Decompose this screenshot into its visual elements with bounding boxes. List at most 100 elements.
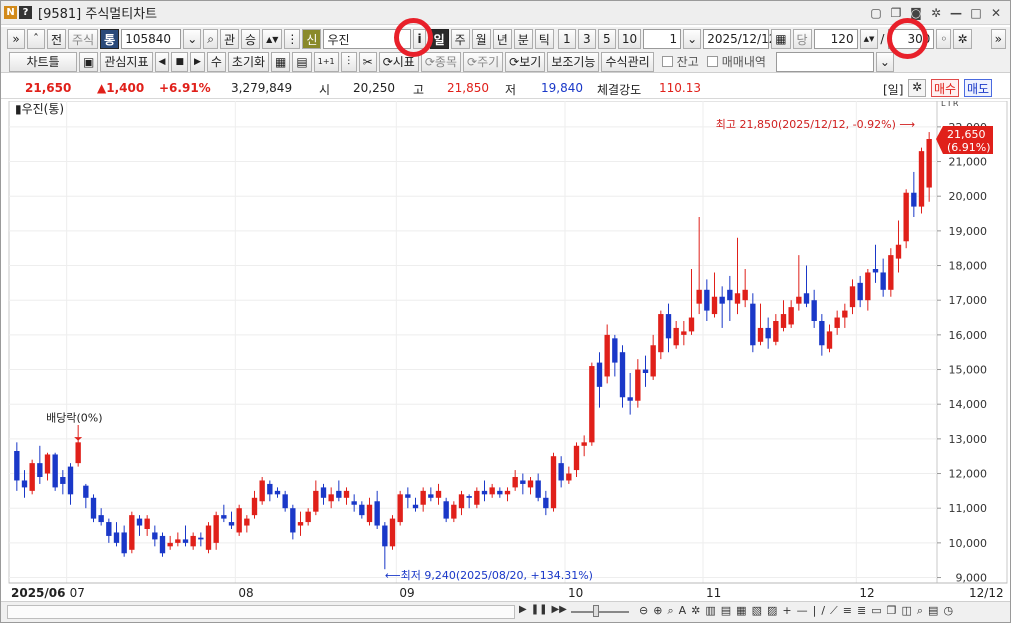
copy-tool-icon[interactable]: ❐ [887,604,897,618]
info-icon[interactable]: i [413,29,426,49]
table-icon[interactable]: ▤ [292,51,312,72]
search-icon[interactable]: ⌕ [667,604,673,618]
horizontal-line-icon[interactable]: — [797,604,808,618]
count-field[interactable]: 120 [813,29,858,49]
magnify-icon[interactable]: ⌕ [917,604,923,618]
stock-name-field[interactable]: 우진 [323,29,412,49]
aux-function-button[interactable]: 보조기능 [547,51,600,72]
period-minute-button[interactable]: 분 [513,29,533,49]
zoom-search-icon[interactable]: ◦ [936,29,952,49]
view-button[interactable]: ⟳ 보기 [505,51,546,72]
interest-indicator-button[interactable]: 관심지표 [100,51,153,72]
text-tool-icon[interactable]: A [679,604,687,618]
period-week-button[interactable]: 주 [450,29,470,49]
total-count-field[interactable]: 300 [888,29,935,49]
fibonacci-icon[interactable]: ≡ [843,604,852,618]
trade-history-checkbox[interactable] [706,56,718,67]
pause-icon[interactable]: ❚❚ [531,604,548,615]
one-plus-one-icon[interactable]: 1+1 [313,51,339,72]
period-tick-button[interactable]: 틱 [534,29,554,49]
reset-button[interactable]: 초기화 [227,51,270,72]
vertical-line-icon[interactable]: | [813,604,817,618]
zoom-slider[interactable] [571,611,629,613]
stop-icon[interactable]: ■ [171,51,188,72]
step-back-icon[interactable]: ▶ [519,604,527,615]
gear-tool-icon[interactable]: ✲ [691,604,700,618]
buy-button[interactable]: 매수 [931,79,960,97]
zoom-slider-thumb[interactable] [593,605,599,617]
chart-tool-icon[interactable]: ▧ [752,604,762,618]
trend-line-icon[interactable]: / [821,604,825,618]
period-day-button[interactable]: 일 [429,29,449,49]
ray-line-icon[interactable]: ⟋ [830,604,838,618]
zoom-in-icon[interactable]: ⊕ [653,604,662,618]
period-year-button[interactable]: 년 [492,29,512,49]
dang-button[interactable]: 당 [792,29,812,49]
zoom-out-icon[interactable]: ⊖ [639,604,648,618]
expand-right-button[interactable]: » [990,29,1006,49]
more-dots-icon[interactable]: ⋮ [284,29,301,49]
jeon-button[interactable]: 전 [47,29,67,49]
layers-icon[interactable]: ▤ [928,604,938,618]
prev-arrow-icon[interactable]: ◀ [154,51,170,72]
shape-tool-icon[interactable]: ▭ [871,604,881,618]
calendar-icon[interactable]: ▦ [771,29,791,49]
quote-gear-icon[interactable]: ✲ [908,79,926,97]
interval-field[interactable]: 1 [643,29,682,49]
settings-gear-icon[interactable]: ✲ [928,5,944,21]
code-dropdown-icon[interactable]: ⌄ [183,29,202,49]
clock-icon[interactable]: ◷ [943,604,953,618]
date-field[interactable]: 2025/12/12 [703,29,776,49]
expand-left-button[interactable]: » [7,29,25,49]
collapse-up-button[interactable]: ˆ [27,29,45,49]
minute-10-button[interactable]: 10 [617,29,642,49]
link-icon[interactable]: ▢ [868,5,884,21]
minimize-icon[interactable]: — [948,5,964,21]
chart-frame-button[interactable]: 차트틀 [9,51,77,72]
minute-5-button[interactable]: 5 [597,29,616,49]
minute-3-button[interactable]: 3 [577,29,596,49]
tong-button[interactable]: 통 [100,29,120,49]
channel-icon[interactable]: ≣ [857,604,866,618]
seung-button[interactable]: 승 [241,29,261,49]
candlestick-chart[interactable]: 22,00021,00020,00019,00018,00017,00016,0… [3,101,1009,601]
crosshair-icon[interactable]: + [782,604,791,618]
minute-1-button[interactable]: 1 [557,29,576,49]
bar-tool-icon[interactable]: ▥ [705,604,715,618]
formula-manager-button[interactable]: 수식관리 [601,51,654,72]
horizontal-scrollbar[interactable] [7,605,515,619]
app-n-icon[interactable]: N [4,6,17,19]
chart-settings-gear-icon[interactable]: ✲ [953,29,972,49]
balance-checkbox[interactable] [661,56,673,67]
camera-icon[interactable]: ◙ [908,5,924,21]
stock-code-input[interactable]: 105840 [121,29,182,49]
help-icon[interactable]: ? [19,6,32,19]
save-icon[interactable]: ▣ [79,51,99,72]
period-cycle-button[interactable]: ⟳ 주기 [463,51,504,72]
stock-compare-button[interactable]: ⟳ 종목 [420,51,461,72]
image-tool-icon[interactable]: ▨ [767,604,777,618]
close-icon[interactable]: ✕ [988,5,1004,21]
fast-forward-icon[interactable]: ▶▶ [551,604,566,615]
indicator-select[interactable] [775,51,874,72]
period-month-button[interactable]: 월 [471,29,491,49]
next-arrow-icon[interactable]: ▶ [189,51,205,72]
updown-spinner-icon[interactable]: ▲▼ [262,29,283,49]
su-button[interactable]: 수 [206,51,226,72]
scissors-icon[interactable]: ✂ [358,51,377,72]
maximize-icon[interactable]: □ [968,5,984,21]
grid-tool-icon[interactable]: ▦ [736,604,746,618]
gwan-button[interactable]: 관 [219,29,240,49]
fill-tool-icon[interactable]: ▤ [721,604,731,618]
search-icon[interactable]: ⌕ [203,29,218,49]
indicator-dropdown-icon[interactable]: ⌄ [875,51,894,72]
stock-type-button[interactable]: 주식 [68,29,99,49]
copy-window-icon[interactable]: ❐ [888,5,904,21]
candle-icon[interactable]: ⫶ [340,51,357,72]
count-spinner-icon[interactable]: ▲▼ [859,29,879,49]
sell-button[interactable]: 매도 [964,79,993,97]
interval-dropdown-icon[interactable]: ⌄ [683,29,702,49]
market-index-button[interactable]: ⟳ 시표 [378,51,419,72]
lock-tool-icon[interactable]: ◫ [901,604,911,618]
grid-icon[interactable]: ▦ [271,51,291,72]
